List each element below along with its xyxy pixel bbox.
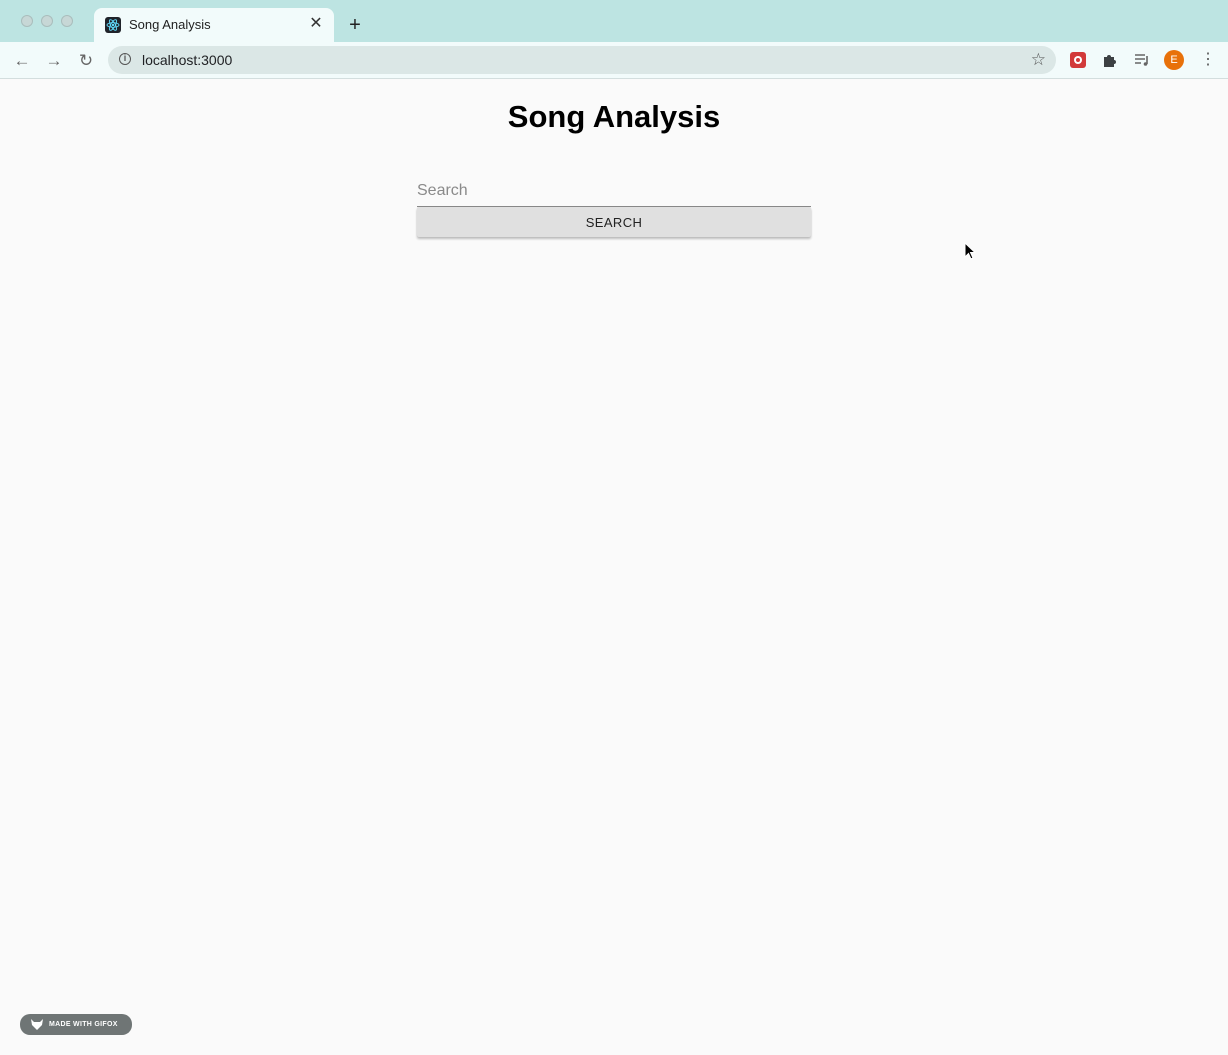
close-tab-icon[interactable]: ✕ xyxy=(307,15,325,33)
new-tab-icon[interactable]: + xyxy=(344,14,366,36)
browser-toolbar: ← → ↻ i localhost:3000 ☆ E ⋮ xyxy=(0,42,1228,79)
profile-avatar[interactable]: E xyxy=(1164,50,1184,70)
bookmark-star-icon[interactable]: ☆ xyxy=(1031,50,1046,70)
tab-title: Song Analysis xyxy=(129,17,211,32)
address-bar[interactable]: i localhost:3000 ☆ xyxy=(108,46,1056,74)
minimize-window-button[interactable] xyxy=(41,15,53,27)
fox-icon xyxy=(31,1019,43,1030)
puzzle-icon[interactable] xyxy=(1101,51,1119,69)
browser-titlebar: Song Analysis ✕ + xyxy=(0,0,1228,42)
react-icon xyxy=(105,17,121,33)
search-form: SEARCH xyxy=(417,176,811,237)
gifox-watermark: MADE WITH GIFOX xyxy=(20,1014,132,1035)
browser-menu-icon[interactable]: ⋮ xyxy=(1200,50,1216,70)
site-info-icon[interactable]: i xyxy=(119,53,131,65)
url-text[interactable]: localhost:3000 xyxy=(142,52,232,68)
extension-red-icon[interactable] xyxy=(1069,51,1087,69)
forward-icon[interactable]: → xyxy=(43,50,65,72)
close-window-button[interactable] xyxy=(21,15,33,27)
mouse-cursor-icon xyxy=(964,242,977,260)
browser-tab[interactable]: Song Analysis ✕ xyxy=(94,8,334,42)
reload-icon[interactable]: ↻ xyxy=(75,50,97,72)
back-icon[interactable]: ← xyxy=(11,50,33,72)
zoom-window-button[interactable] xyxy=(61,15,73,27)
search-button[interactable]: SEARCH xyxy=(417,207,811,237)
search-input[interactable] xyxy=(417,176,811,207)
watermark-text: MADE WITH GIFOX xyxy=(49,1021,118,1028)
media-queue-icon[interactable] xyxy=(1133,51,1151,69)
page-title: Song Analysis xyxy=(507,99,721,134)
